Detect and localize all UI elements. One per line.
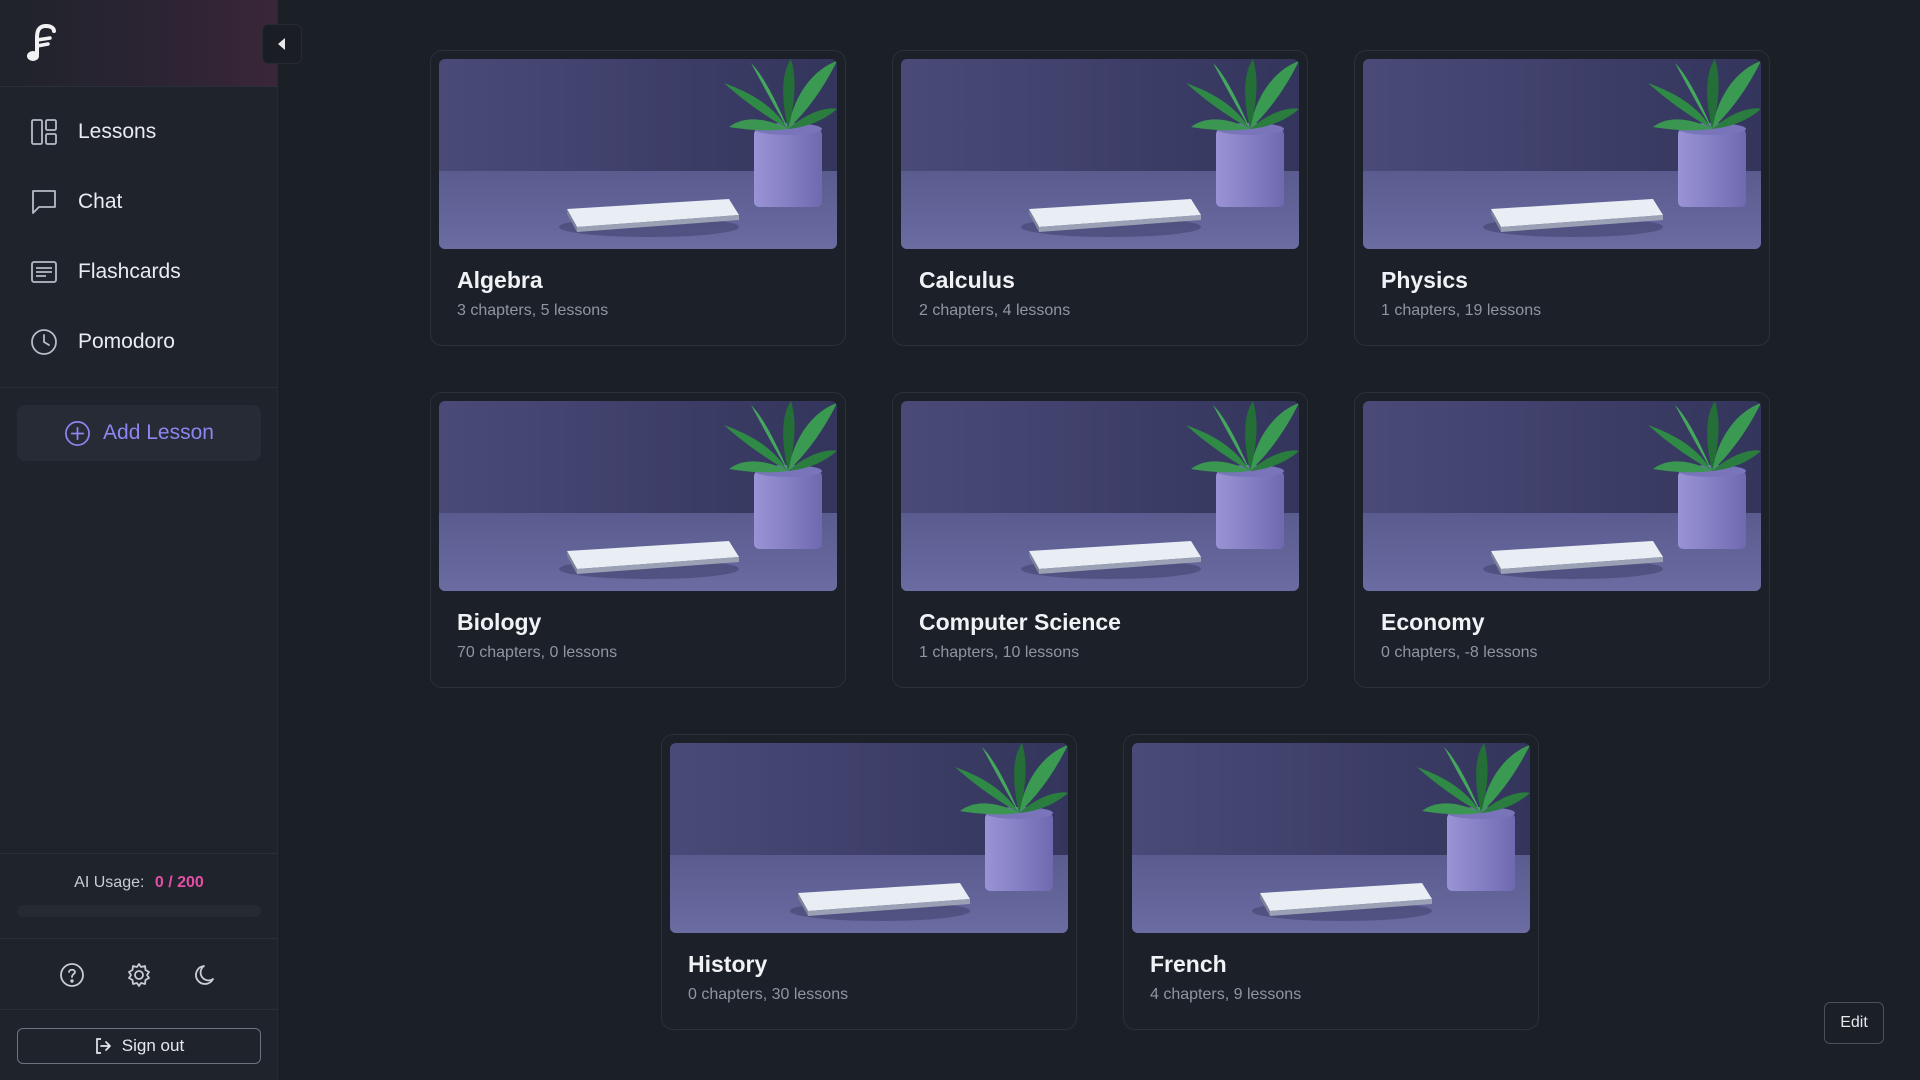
lesson-card-french[interactable]: French 4 chapters, 9 lessons: [1123, 734, 1539, 1030]
sign-out-label: Sign out: [121, 1036, 185, 1055]
lesson-title: Biology: [457, 609, 542, 635]
sidebar-item-label: Chat: [78, 190, 123, 213]
lesson-card-history[interactable]: History 0 chapters, 30 lessons: [661, 734, 1077, 1030]
lesson-title: Computer Science: [919, 609, 1121, 635]
lesson-meta: 1 chapters, 10 lessons: [919, 644, 1080, 661]
flashcards-icon: [30, 258, 58, 286]
collapse-sidebar-button[interactable]: [262, 24, 302, 64]
sidebar-item-pomodoro[interactable]: Pomodoro: [0, 307, 277, 377]
lesson-thumbnail: [1363, 401, 1761, 591]
lesson-meta: 0 chapters, 30 lessons: [688, 986, 849, 1003]
layout-icon: [30, 118, 58, 146]
ai-usage-progress-bar: [17, 905, 261, 917]
lesson-meta: 70 chapters, 0 lessons: [457, 644, 618, 661]
lesson-meta: 2 chapters, 4 lessons: [919, 302, 1071, 319]
lesson-card-physics[interactable]: Physics 1 chapters, 19 lessons: [1354, 50, 1770, 346]
plus-circle-icon: [65, 420, 90, 446]
sidebar-item-flashcards[interactable]: Flashcards: [0, 237, 277, 307]
help-icon[interactable]: [57, 960, 87, 990]
lesson-thumbnail: [439, 59, 837, 249]
lesson-card-biology[interactable]: Biology 70 chapters, 0 lessons: [430, 392, 846, 688]
sign-out-icon: [95, 1038, 111, 1054]
lesson-card-algebra[interactable]: Algebra 3 chapters, 5 lessons: [430, 50, 846, 346]
lesson-thumbnail: [901, 59, 1299, 249]
edit-button[interactable]: Edit: [1824, 1002, 1884, 1044]
dark-mode-icon[interactable]: [191, 960, 221, 990]
lesson-thumbnail: [1132, 743, 1530, 933]
lesson-title: Economy: [1381, 609, 1485, 635]
lesson-card-economy[interactable]: Economy 0 chapters, -8 lessons: [1354, 392, 1770, 688]
lesson-card-computer-science[interactable]: Computer Science 1 chapters, 10 lessons: [892, 392, 1308, 688]
caret-left-icon: [278, 38, 285, 50]
add-lesson-label: Add Lesson: [103, 421, 214, 444]
lesson-thumbnail: [439, 401, 837, 591]
app-logo-icon[interactable]: [26, 22, 58, 64]
lesson-meta: 1 chapters, 19 lessons: [1381, 302, 1542, 319]
lesson-thumbnail: [670, 743, 1068, 933]
add-lesson-button[interactable]: Add Lesson: [17, 405, 261, 461]
edit-label: Edit: [1840, 1014, 1868, 1031]
lesson-title: History: [688, 951, 768, 977]
lesson-meta: 3 chapters, 5 lessons: [457, 302, 609, 319]
sign-out-button[interactable]: Sign out: [17, 1028, 261, 1064]
sidebar-item-lessons[interactable]: Lessons: [0, 97, 277, 167]
lesson-title: Calculus: [919, 267, 1015, 293]
sidebar-item-chat[interactable]: Chat: [0, 167, 277, 237]
lesson-meta: 0 chapters, -8 lessons: [1381, 644, 1538, 661]
ai-usage-panel: AI Usage: 0 / 200: [0, 853, 278, 939]
lesson-card-calculus[interactable]: Calculus 2 chapters, 4 lessons: [892, 50, 1308, 346]
lesson-meta: 4 chapters, 9 lessons: [1150, 986, 1302, 1003]
sidebar-header: [0, 0, 277, 87]
sidebar-footer-icons: [0, 940, 278, 1010]
lesson-title: Physics: [1381, 267, 1468, 293]
lesson-thumbnail: [901, 401, 1299, 591]
ai-usage-label: AI Usage:: [74, 874, 145, 891]
sidebar: Lessons Chat Flashcards Pomodoro Add Les…: [0, 0, 302, 1080]
sidebar-item-label: Flashcards: [78, 260, 181, 283]
chat-icon: [30, 188, 58, 216]
sidebar-nav: Lessons Chat Flashcards Pomodoro: [0, 87, 277, 388]
sidebar-item-label: Pomodoro: [78, 330, 175, 353]
ai-usage-value: 0 / 200: [154, 874, 204, 891]
sidebar-item-label: Lessons: [78, 120, 157, 143]
settings-icon[interactable]: [124, 960, 154, 990]
divider: [0, 387, 277, 388]
lesson-title: Algebra: [457, 267, 543, 293]
lesson-title: French: [1150, 951, 1227, 977]
clock-icon: [30, 328, 58, 356]
lesson-thumbnail: [1363, 59, 1761, 249]
